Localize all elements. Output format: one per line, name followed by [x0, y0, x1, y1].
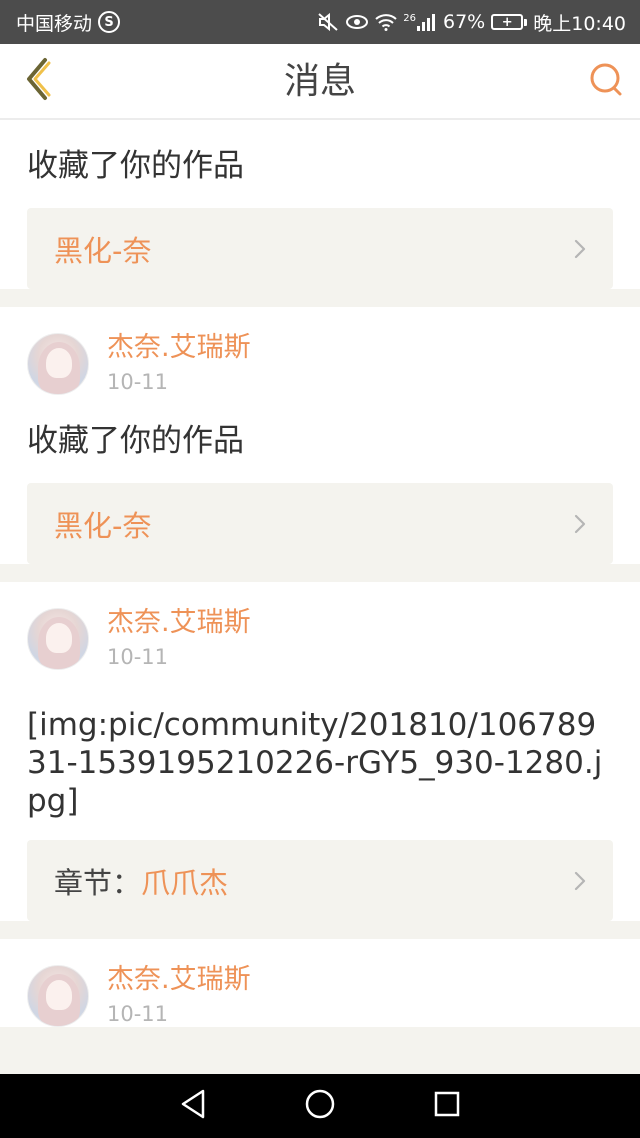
nav-recents-button[interactable]: [427, 1086, 467, 1126]
chapter-link[interactable]: 章节：爪爪杰: [27, 840, 613, 921]
message-action: 收藏了你的作品: [27, 148, 244, 184]
message-item: 杰奈.艾瑞斯 10-11 [img:pic/community/201810/1…: [0, 582, 640, 921]
username[interactable]: 杰奈.艾瑞斯: [107, 606, 251, 640]
wifi-icon: [375, 13, 397, 31]
mute-icon: [317, 12, 339, 32]
message-date: 10-11: [107, 645, 169, 669]
battery-percent: 67%: [443, 11, 486, 33]
signal-icon: 26: [403, 13, 437, 31]
avatar[interactable]: [27, 965, 89, 1027]
message-action: 收藏了你的作品: [27, 423, 244, 459]
nav-home-button[interactable]: [300, 1086, 340, 1126]
app-bar: 消息: [0, 44, 640, 120]
eye-icon: [345, 13, 369, 31]
clock: 晚上10:40: [533, 12, 626, 35]
message-date: 10-11: [107, 1002, 169, 1026]
search-icon: [588, 62, 624, 102]
chevron-left-icon: [21, 56, 53, 106]
carrier-badge: S: [98, 11, 121, 33]
status-bar: 中国移动 S 26 67% + 晚上10:40: [0, 0, 640, 44]
search-button[interactable]: [586, 62, 626, 102]
network-label: 26: [403, 13, 416, 24]
chapter-title: 爪爪杰: [141, 865, 229, 900]
work-title: 黑化-奈: [54, 508, 152, 543]
work-link[interactable]: 黑化-奈: [27, 208, 613, 289]
message-text: [img:pic/community/201810/10678931-15391…: [27, 707, 603, 819]
circle-home-icon: [304, 1088, 336, 1124]
triangle-back-icon: [178, 1088, 208, 1124]
avatar[interactable]: [27, 608, 89, 670]
message-date: 10-11: [107, 370, 169, 394]
message-item: 杰奈.艾瑞斯 10-11 收藏了你的作品 黑化-奈: [0, 307, 640, 564]
battery-icon: +: [491, 14, 528, 30]
username[interactable]: 杰奈.艾瑞斯: [107, 963, 251, 997]
chevron-right-icon: [573, 513, 587, 535]
back-button[interactable]: [14, 58, 60, 104]
carrier-name: 中国移动: [16, 12, 93, 35]
message-item: 杰奈.艾瑞斯 10-11: [0, 939, 640, 1027]
square-recents-icon: [433, 1090, 461, 1122]
work-title: 黑化-奈: [54, 233, 152, 268]
chapter-prefix: 章节：: [54, 865, 142, 900]
message-list[interactable]: 收藏了你的作品 黑化-奈 杰奈.艾瑞斯 10-11 收藏了你的作品 黑化-奈 杰…: [0, 122, 640, 1074]
username[interactable]: 杰奈.艾瑞斯: [107, 331, 251, 365]
message-header: 杰奈.艾瑞斯 10-11: [27, 582, 613, 670]
nav-back-button[interactable]: [173, 1086, 213, 1126]
message-header: 杰奈.艾瑞斯 10-11: [27, 307, 613, 395]
work-link[interactable]: 黑化-奈: [27, 483, 613, 564]
message-header: 杰奈.艾瑞斯 10-11: [27, 939, 613, 1027]
message-item: 收藏了你的作品 黑化-奈: [0, 122, 640, 289]
page-title: 消息: [283, 61, 356, 102]
chevron-right-icon: [573, 238, 587, 260]
chevron-right-icon: [573, 870, 587, 892]
system-nav-bar: [0, 1074, 640, 1138]
avatar[interactable]: [27, 333, 89, 395]
